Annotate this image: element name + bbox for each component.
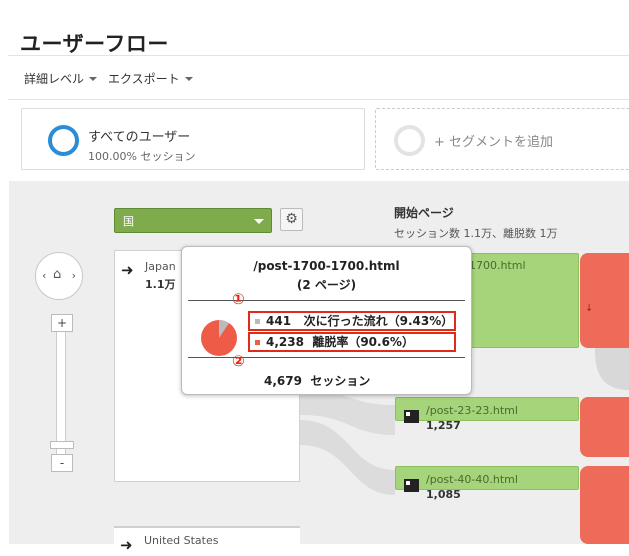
tooltip-row-text: 次に行った流れ（9.43%） xyxy=(303,314,454,328)
pan-left-icon[interactable]: ‹ xyxy=(42,269,46,282)
dimension-select[interactable]: 国 xyxy=(114,208,272,233)
empty-segment-ring-icon xyxy=(394,125,425,156)
toolbar-divider xyxy=(8,99,629,100)
source-node[interactable]: ➜ United States xyxy=(114,526,300,556)
pan-right-icon[interactable]: › xyxy=(72,269,76,282)
drop-arrow-icon: ↓ xyxy=(585,303,594,314)
drop-off-bar[interactable] xyxy=(580,397,629,457)
annotation-badge-1: ① xyxy=(232,290,245,308)
page-node-label: /post-40-40.html xyxy=(426,473,518,486)
page-node[interactable]: /post-23-23.html 1,257 xyxy=(395,397,579,432)
segment-share: 100.00% セッション xyxy=(88,150,196,163)
tooltip-sessions-label: セッション xyxy=(310,374,371,388)
tooltip-page-count: (2 ページ) xyxy=(296,278,357,292)
header-divider xyxy=(8,55,629,56)
entrance-arrow-icon: ➜ xyxy=(121,261,134,279)
source-node-label: United States xyxy=(144,534,219,547)
tooltip-row-next-flow: 441 次に行った流れ（9.43%） xyxy=(248,311,456,331)
column-title: 開始ページ xyxy=(394,206,454,220)
dimension-value: 国 xyxy=(123,214,134,228)
tooltip-row-exit-rate: 4,238 離脱率（90.6%） xyxy=(248,332,456,352)
legend-swatch xyxy=(255,319,260,324)
zoom-slider[interactable] xyxy=(56,322,66,472)
export-label: エクスポート xyxy=(108,72,180,86)
tooltip-row-text: 離脱率（90.6%） xyxy=(312,335,414,349)
gear-button[interactable]: ⚙ xyxy=(280,208,303,231)
page-icon xyxy=(404,410,419,423)
page-icon xyxy=(404,479,419,492)
page-node-value: 1,085 xyxy=(426,488,461,501)
page-node-value: 1,257 xyxy=(426,419,461,432)
tooltip-divider xyxy=(188,357,465,358)
page-node[interactable]: /post-40-40.html 1,085 xyxy=(395,466,579,501)
zoom-out-button[interactable]: - xyxy=(51,454,73,472)
entrance-arrow-icon: ➜ xyxy=(120,536,133,554)
page-title: ユーザーフロー xyxy=(20,32,169,56)
drop-off-bar[interactable]: ↓ xyxy=(580,253,629,348)
tooltip-row-count: 4,238 xyxy=(266,335,304,349)
tooltip-sessions-count: 4,679 xyxy=(264,374,302,388)
tooltip-title: /post-1700-1700.html xyxy=(253,259,400,273)
segment-all-users[interactable]: すべてのユーザー 100.00% セッション xyxy=(21,108,365,170)
chevron-down-icon xyxy=(184,76,193,81)
tooltip-row-count: 441 xyxy=(266,314,292,328)
annotation-badge-2: ② xyxy=(232,352,245,370)
source-node-label: Japan xyxy=(145,260,176,273)
column-subtitle: セッション数 1.1万、離脱数 1万 xyxy=(394,227,558,240)
add-segment-button[interactable]: + セグメントを追加 xyxy=(375,108,629,170)
gear-icon: ⚙ xyxy=(285,211,298,227)
drop-off-bar[interactable] xyxy=(580,466,629,544)
page-node-label: /post-23-23.html xyxy=(426,404,518,417)
legend-swatch xyxy=(255,340,260,345)
node-tooltip: /post-1700-1700.html (2 ページ) 441 次に行った流れ… xyxy=(181,246,472,395)
detail-level-menu[interactable]: 詳細レベル xyxy=(24,70,98,87)
pan-control[interactable]: ‹ ⌂ › xyxy=(35,252,83,300)
home-icon[interactable]: ⌂ xyxy=(53,267,61,282)
export-menu[interactable]: エクスポート xyxy=(108,70,193,87)
add-segment-label: + セグメントを追加 xyxy=(434,135,554,150)
detail-level-label: 詳細レベル xyxy=(24,72,85,86)
chevron-down-icon xyxy=(89,76,98,81)
tooltip-divider xyxy=(188,300,465,301)
segment-ring-icon xyxy=(48,125,79,156)
zoom-handle[interactable] xyxy=(50,441,74,449)
source-node-value: 1.1万 xyxy=(145,278,176,291)
segment-name: すべてのユーザー xyxy=(88,130,191,145)
chevron-down-icon xyxy=(254,219,264,224)
tooltip-sessions: 4,679 セッション xyxy=(264,372,370,389)
zoom-in-button[interactable]: + xyxy=(51,314,73,332)
